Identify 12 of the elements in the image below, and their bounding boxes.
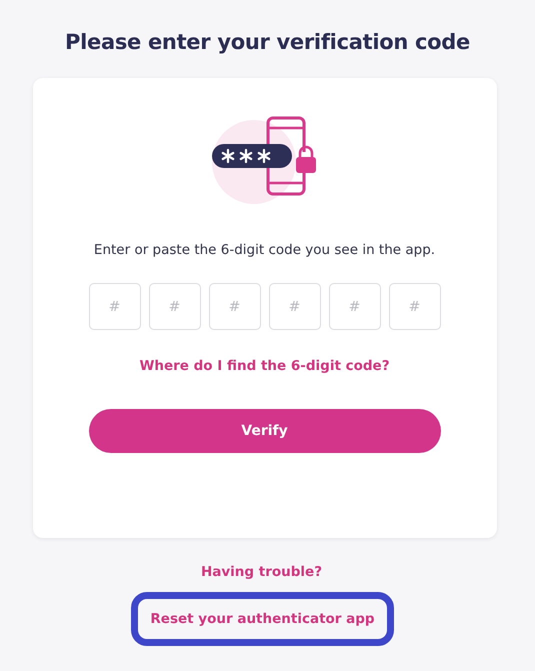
code-digit-field[interactable]: #	[208, 283, 260, 330]
code-digit-field[interactable]: #	[148, 283, 200, 330]
code-digit-field[interactable]: #	[388, 283, 440, 330]
help-link[interactable]: Where do I find the 6-digit code?	[139, 358, 390, 374]
code-digit-field[interactable]: #	[328, 283, 380, 330]
verify-button[interactable]: Verify	[88, 409, 440, 453]
reset-button[interactable]: Reset your authenticator app	[131, 592, 394, 646]
code-digit-field[interactable]: #	[88, 283, 140, 330]
trouble-text: Having trouble?	[200, 564, 322, 580]
page-title: Please enter your verification code	[65, 30, 470, 54]
code-digit-field[interactable]: #	[268, 283, 320, 330]
instruction-text: Enter or paste the 6-digit code you see in the app.	[94, 242, 436, 258]
